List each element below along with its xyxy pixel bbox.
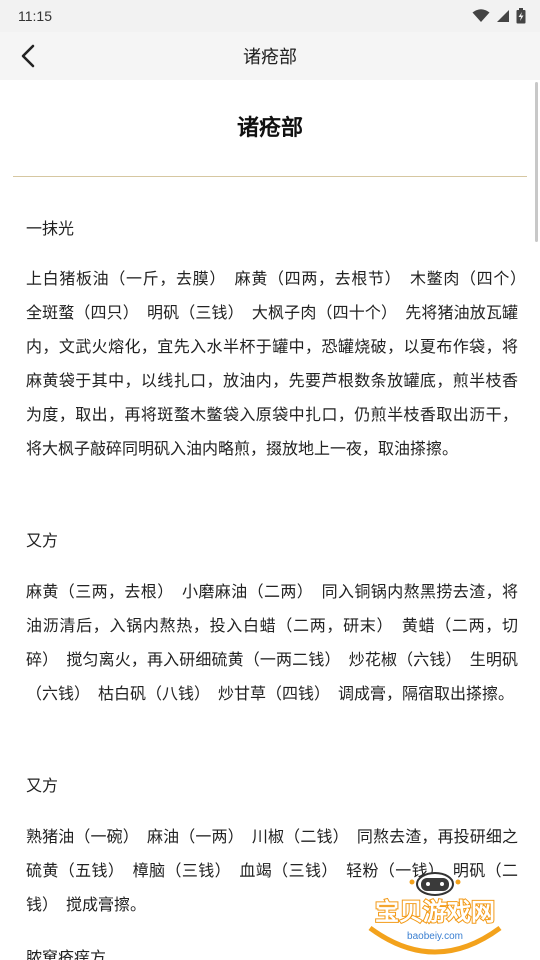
back-button[interactable] xyxy=(14,42,42,70)
section-text: 麻黄（三两，去根） 小磨麻油（二两） 同入铜锅内熬黑捞去渣，将油沥清后，入锅内熬… xyxy=(26,582,518,703)
status-bar: 11:15 xyxy=(0,0,540,32)
watermark-logo: 宝贝游戏网 baobeiy.com xyxy=(367,872,503,956)
status-icons xyxy=(472,8,526,24)
app-bar-title: 诸疮部 xyxy=(243,47,297,68)
section-heading: 又方 xyxy=(26,531,59,550)
app-bar: 诸疮部 xyxy=(0,32,540,80)
section-heading: 脓窠疮痒方 xyxy=(26,948,107,960)
signal-icon xyxy=(497,10,509,22)
svg-text:宝贝游戏网: 宝贝游戏网 xyxy=(375,898,495,926)
article-content[interactable]: 诸疮部 一抹光 上白猪板油（一斤，去膜） 麻黄（四两，去根节） 木鳖肉（四个） … xyxy=(0,80,540,960)
section-text: 上白猪板油（一斤，去膜） 麻黄（四两，去根节） 木鳖肉（四个） 全斑蝥（四只） … xyxy=(26,269,535,458)
section-heading: 又方 xyxy=(26,776,59,795)
battery-charging-icon xyxy=(516,8,526,24)
chevron-left-icon xyxy=(21,44,35,68)
status-time: 11:15 xyxy=(18,8,52,24)
article-title: 诸疮部 xyxy=(236,116,303,141)
svg-text:baobeiy.com: baobeiy.com xyxy=(407,931,463,942)
section-heading: 一抹光 xyxy=(26,219,75,238)
wifi-icon xyxy=(472,9,490,22)
scrollbar[interactable] xyxy=(535,82,538,242)
title-divider xyxy=(13,176,527,177)
